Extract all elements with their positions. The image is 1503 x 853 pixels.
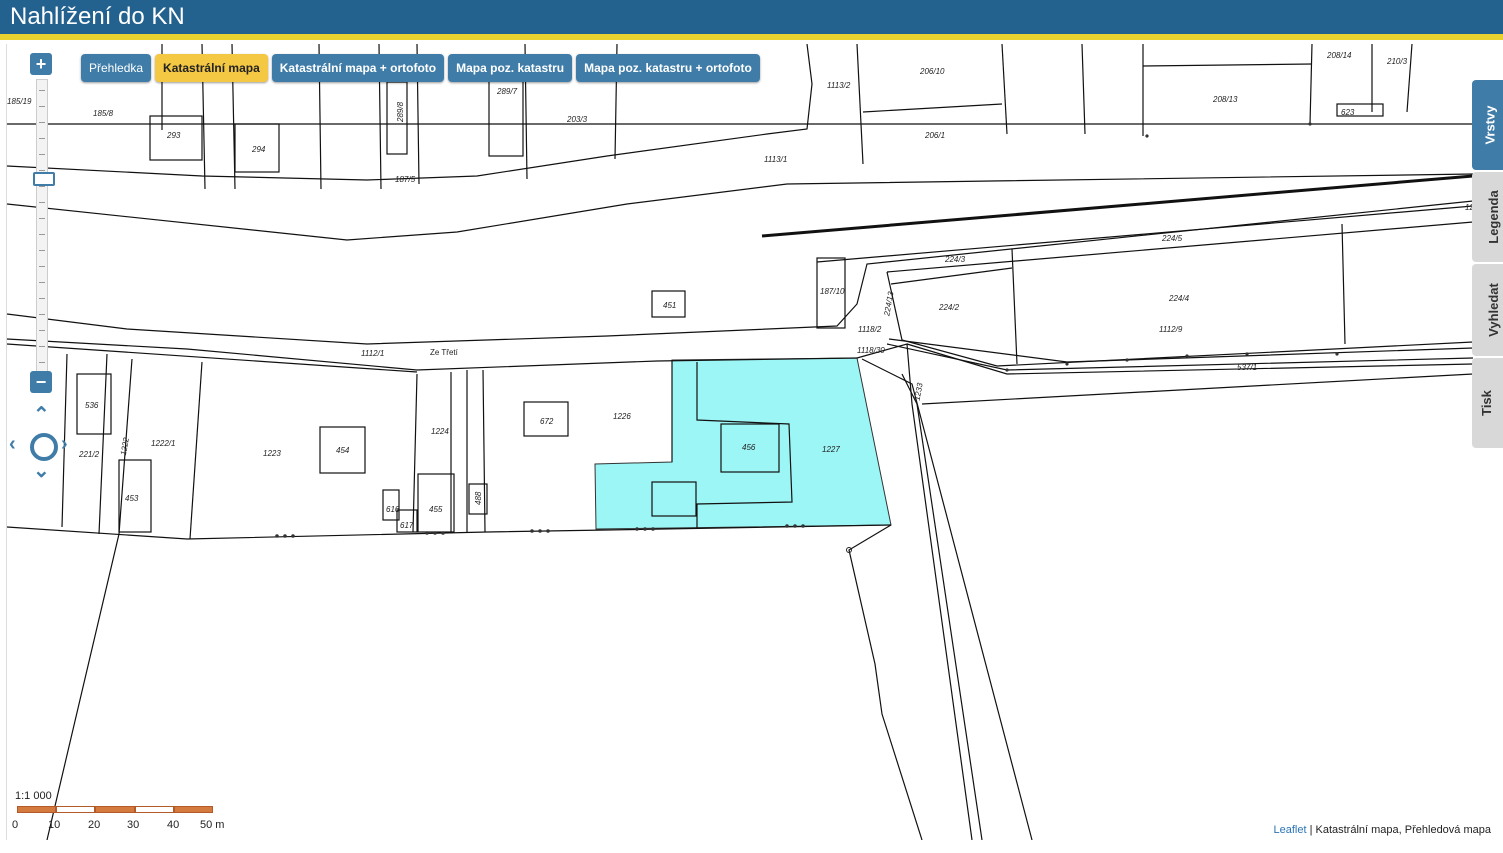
pan-down-icon[interactable]: ⌄ <box>33 461 50 481</box>
side-tab-label: Vyhledat <box>1485 283 1501 337</box>
parcel-206-1: 206/1 <box>924 131 945 140</box>
pan-right-icon[interactable]: › <box>61 434 68 454</box>
parcel-1113-1: 1113/1 <box>764 155 787 164</box>
side-tab-vrstvy[interactable]: Vrstvy <box>1472 80 1503 170</box>
parcel-672: 672 <box>540 417 554 426</box>
street-ze-treti: Ze Třetí <box>430 348 459 357</box>
pan-left-icon[interactable]: ‹ <box>9 434 16 454</box>
attribution-text: | Katastrální mapa, Přehledová mapa <box>1306 824 1491 836</box>
parcel-224-5: 224/5 <box>1161 234 1183 243</box>
parcel-1227: 1227 <box>822 445 840 454</box>
parcel-221-2: 221/2 <box>78 450 100 459</box>
side-tab-label: Vrstvy <box>1482 105 1498 145</box>
parcel-187-10: 187/10 <box>820 287 845 296</box>
scale-label: 0 <box>12 819 19 831</box>
parcel-1112-1: 1112/1 <box>361 349 384 358</box>
app-title: Nahlížení do KN <box>10 3 185 30</box>
tab-prehledka[interactable]: Přehledka <box>81 54 152 82</box>
parcel-623: 623 <box>1341 108 1355 117</box>
leaflet-link[interactable]: Leaflet <box>1274 824 1307 836</box>
parcel-1118-2: 1118/2 <box>858 325 882 334</box>
zoom-slider[interactable] <box>33 79 55 377</box>
parcel-1233: 1233 <box>913 382 925 402</box>
parcel-224-2: 224/2 <box>938 303 960 312</box>
side-tab-legenda[interactable]: Legenda <box>1472 172 1503 262</box>
parcel-224-3: 224/3 <box>944 255 966 264</box>
parcel-206-10: 206/10 <box>919 67 945 76</box>
cadastral-map[interactable]: 185/19 185/8 293 294 289/8 289/7 203/3 1… <box>6 44 1473 840</box>
scale-label: 40 <box>167 819 180 831</box>
app-header: Nahlížení do KN <box>0 0 1503 34</box>
map-canvas[interactable]: 185/19 185/8 293 294 289/8 289/7 203/3 1… <box>7 44 1473 840</box>
parcel-289-8: 289/8 <box>396 101 405 123</box>
parcel-293: 293 <box>166 131 181 140</box>
header-stripe <box>0 34 1503 40</box>
zoom-control: + − <box>30 53 55 393</box>
parcel-1223: 1223 <box>263 449 281 458</box>
parcel-224-4: 224/4 <box>1168 294 1190 303</box>
parcel-203-3: 203/3 <box>566 115 588 124</box>
side-tab-vyhledat[interactable]: Vyhledat <box>1472 264 1503 356</box>
parcel-537-1: 537/1 <box>1237 363 1257 372</box>
scale-bar <box>17 806 214 813</box>
side-tab-tisk[interactable]: Tisk <box>1472 358 1503 448</box>
parcel-456: 456 <box>742 443 756 452</box>
parcel-536: 536 <box>85 401 99 410</box>
parcel-208-13: 208/13 <box>1212 95 1238 104</box>
zoom-slider-handle[interactable] <box>33 172 55 186</box>
pan-control: ⌃ ⌄ ‹ › <box>6 405 76 485</box>
scale-label: 20 <box>88 819 101 831</box>
zoom-in-button[interactable]: + <box>30 53 52 75</box>
tab-mapa-poz-katastru-ortofoto[interactable]: Mapa poz. katastru + ortofoto <box>576 54 760 82</box>
side-tab-label: Legenda <box>1485 190 1501 244</box>
parcel-616: 616 <box>386 505 400 514</box>
parcel-454: 454 <box>336 446 350 455</box>
parcel-185-19: 185/19 <box>7 97 32 106</box>
map-attribution: Leaflet | Katastrální mapa, Přehledová m… <box>1274 824 1492 836</box>
pan-up-icon[interactable]: ⌃ <box>33 405 50 425</box>
scale-label: 30 <box>127 819 140 831</box>
parcel-208-14: 208/14 <box>1326 51 1352 60</box>
zoom-out-button[interactable]: − <box>30 371 52 393</box>
tab-mapa-poz-katastru[interactable]: Mapa poz. katastru <box>448 54 573 82</box>
pan-center-icon[interactable] <box>30 433 58 461</box>
parcel-1226: 1226 <box>613 412 631 421</box>
parcel-1222: 1222 <box>119 436 131 456</box>
parcel-1224: 1224 <box>431 427 449 436</box>
parcel-455: 455 <box>429 505 443 514</box>
parcel-187-5: 187/5 <box>395 175 416 184</box>
parcel-617: 617 <box>400 521 414 530</box>
map-type-tabs: Přehledka Katastrální mapa Katastrální m… <box>81 54 760 82</box>
parcel-289-7: 289/7 <box>496 87 518 96</box>
scale-ratio: 1:1 000 <box>15 790 52 802</box>
parcel-488: 488 <box>474 491 483 505</box>
parcel-294: 294 <box>251 145 266 154</box>
parcel-1113-2: 1113/2 <box>827 81 851 90</box>
parcel-1222-1: 1222/1 <box>151 439 175 448</box>
parcel-210-3: 210/3 <box>1386 57 1408 66</box>
parcel-185-8: 185/8 <box>93 109 114 118</box>
parcel-451: 451 <box>663 301 676 310</box>
scale-label: 10 <box>48 819 61 831</box>
tab-katastralni-mapa[interactable]: Katastrální mapa <box>155 54 268 82</box>
parcel-1112-9: 1112/9 <box>1159 325 1183 334</box>
tab-katastralni-mapa-ortofoto[interactable]: Katastrální mapa + ortofoto <box>271 54 445 82</box>
parcel-1118-30: 1118/30 <box>857 346 885 355</box>
map-scale: 1:1 000 0 10 20 30 40 50 m <box>12 790 224 831</box>
scale-label: 50 m <box>200 819 225 831</box>
side-tab-label: Tisk <box>1478 390 1494 416</box>
parcel-453: 453 <box>125 494 139 503</box>
